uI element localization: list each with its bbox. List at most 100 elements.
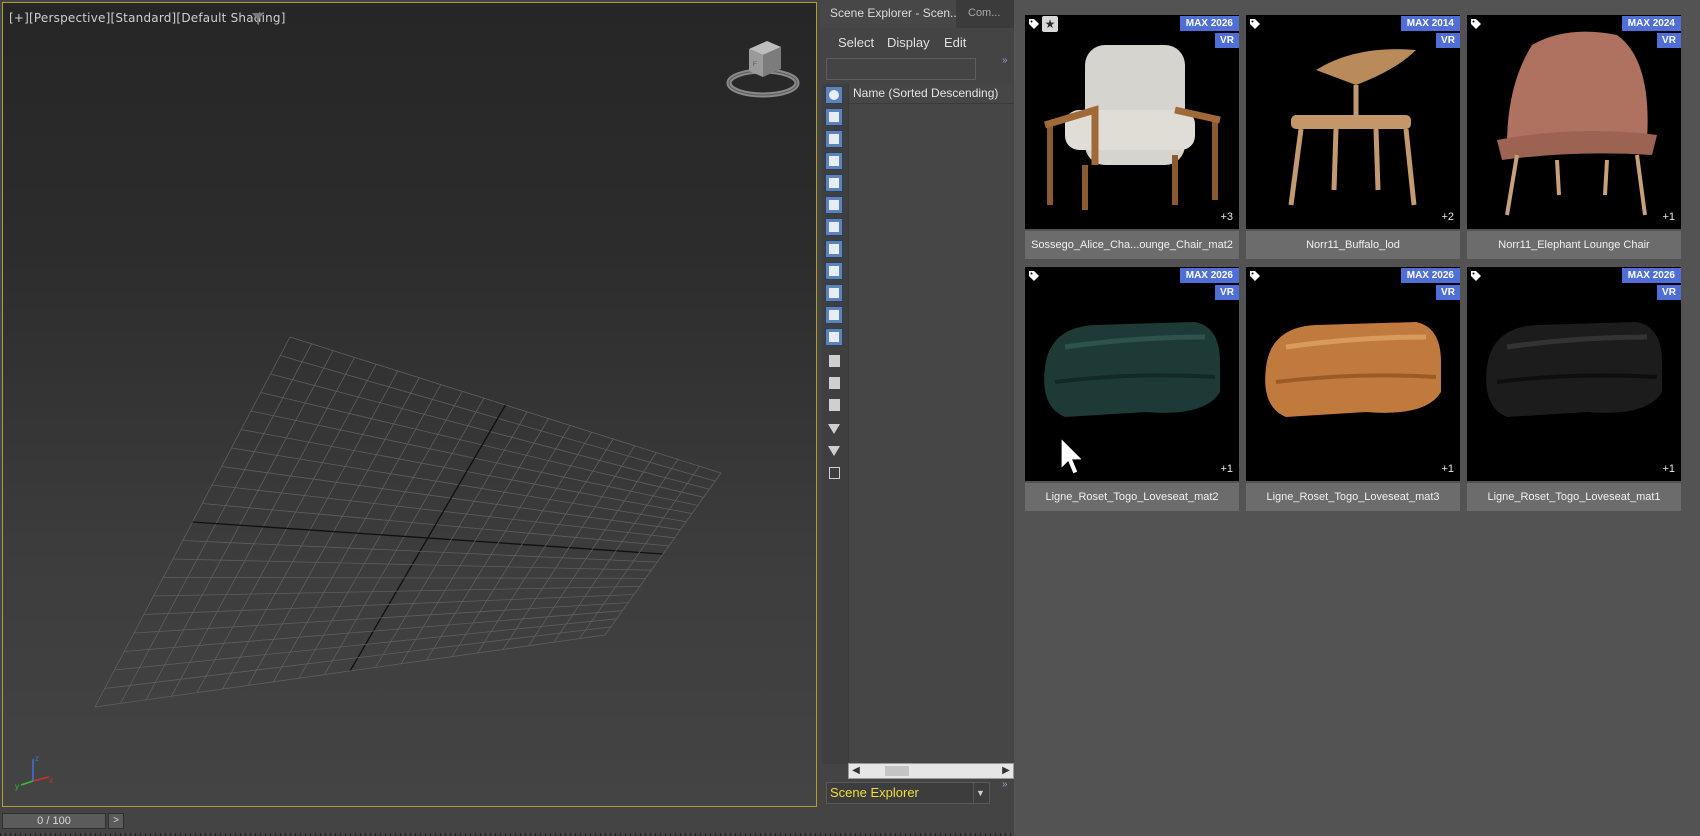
grid-line xyxy=(528,452,657,647)
dropdown-arrow-icon[interactable]: ▼ xyxy=(973,783,987,803)
footer-expand-icon[interactable]: » xyxy=(1002,779,1008,790)
asset-name: Norr11_Elephant Lounge Chair xyxy=(1467,231,1681,259)
explorer-menu-bar: Select Display Edit xyxy=(820,32,1014,54)
expand-toolbar-icon[interactable]: » xyxy=(1002,55,1008,66)
invert-display-icon[interactable] xyxy=(825,396,843,414)
variant-count: +1 xyxy=(1441,463,1454,475)
asset-browser: ★ MAX 2026 VR +3 Sossego_Alice_Cha...ounge_C… xyxy=(1014,0,1700,836)
explorer-horizontal-scrollbar[interactable]: ◀ ▶ xyxy=(848,763,1014,779)
scroll-thumb[interactable] xyxy=(885,766,909,776)
spacewarps-filter-icon[interactable] xyxy=(825,196,843,214)
home-grid xyxy=(94,336,722,708)
tab-command-panel[interactable]: Com... xyxy=(956,0,1014,28)
max-version-badge: MAX 2026 xyxy=(1179,16,1239,31)
explorer-filter-toolbar xyxy=(822,84,848,764)
favorite-star-icon[interactable]: ★ xyxy=(1042,16,1058,32)
xrefs-filter-icon[interactable] xyxy=(825,240,843,258)
max-version-badge: MAX 2026 xyxy=(1400,268,1460,283)
layer-icon[interactable] xyxy=(825,464,843,482)
containers-filter-icon[interactable] xyxy=(825,284,843,302)
time-next-button[interactable]: > xyxy=(108,813,124,829)
asset-card[interactable]: MAX 2014 VR +2 Norr11_Buffalo_lod xyxy=(1246,15,1460,259)
tag-icon[interactable] xyxy=(1028,270,1040,282)
helpers-filter-icon[interactable] xyxy=(825,174,843,192)
explorer-tab-bar: Scene Explorer - Scen... Com... xyxy=(820,0,1014,28)
filter-icon[interactable] xyxy=(825,420,843,438)
max-version-badge: MAX 2024 xyxy=(1621,16,1681,31)
asset-preview-image xyxy=(1043,45,1221,210)
display-none-icon[interactable] xyxy=(825,374,843,392)
filter-settings-icon[interactable] xyxy=(825,442,843,460)
geometry-filter-icon[interactable] xyxy=(825,86,843,104)
asset-card[interactable]: MAX 2026 VR +1 Ligne_Roset_Togo_Loveseat_ma… xyxy=(1025,267,1239,511)
asset-thumbnail[interactable]: MAX 2026 VR +1 xyxy=(1467,267,1681,481)
asset-name: Ligne_Roset_Togo_Loveseat_mat1 xyxy=(1467,483,1681,511)
grid-line xyxy=(604,472,722,636)
asset-card[interactable]: MAX 2026 VR +1 Ligne_Roset_Togo_Loveseat_ma… xyxy=(1467,267,1681,511)
perspective-viewport[interactable]: [+][Perspective][Standard][Default Shadi… xyxy=(2,2,817,807)
max-version-badge: MAX 2014 xyxy=(1400,16,1460,31)
svg-text:F: F xyxy=(753,62,757,68)
asset-preview-image xyxy=(1265,322,1441,417)
menu-select[interactable]: Select xyxy=(838,35,874,50)
explorer-footer: Scene Explorer ▼ » xyxy=(826,779,1008,804)
asset-thumbnail[interactable]: MAX 2026 VR +1 xyxy=(1246,267,1460,481)
explorer-search-input[interactable] xyxy=(826,58,976,80)
grid-line xyxy=(579,465,700,639)
svg-text:x: x xyxy=(49,776,53,785)
svg-text:z: z xyxy=(35,754,39,763)
scroll-left-icon[interactable]: ◀ xyxy=(849,764,863,778)
viewport-filter-icon[interactable] xyxy=(251,12,265,26)
cameras-filter-icon[interactable] xyxy=(825,152,843,170)
scroll-right-icon[interactable]: ▶ xyxy=(999,764,1013,778)
renderer-badge: VR xyxy=(1657,33,1681,48)
asset-thumbnail[interactable]: MAX 2014 VR +2 xyxy=(1246,15,1460,229)
asset-thumbnail[interactable]: ★ MAX 2026 VR +3 xyxy=(1025,15,1239,229)
variant-count: +2 xyxy=(1441,211,1454,223)
tag-icon[interactable] xyxy=(1470,270,1482,282)
tag-icon[interactable] xyxy=(1028,18,1040,30)
renderer-badge: VR xyxy=(1215,285,1239,300)
mouse-cursor-icon xyxy=(1060,437,1084,475)
viewport-label-menu[interactable]: [+][Perspective][Standard][Default Shadi… xyxy=(9,11,286,25)
frozen-filter-icon[interactable] xyxy=(825,306,843,324)
explorer-selector-dropdown[interactable]: Scene Explorer ▼ xyxy=(826,782,990,804)
menu-display[interactable]: Display xyxy=(887,35,930,50)
asset-preview-image xyxy=(1288,49,1417,206)
svg-text:y: y xyxy=(15,782,19,791)
shapes-filter-icon[interactable] xyxy=(825,108,843,126)
grid-line xyxy=(553,459,679,643)
time-slider[interactable]: 0 / 100 xyxy=(2,813,106,829)
name-column-header[interactable]: Name (Sorted Descending) xyxy=(849,84,1015,104)
asset-card[interactable]: MAX 2024 VR +1 Norr11_Elephant Lounge Chair xyxy=(1467,15,1681,259)
app-window: [+][Perspective][Standard][Default Shadi… xyxy=(0,0,1700,836)
asset-thumbnail[interactable]: MAX 2026 VR +1 xyxy=(1025,267,1239,481)
scene-explorer-panel: Scene Explorer - Scen... Com... Select D… xyxy=(820,0,1015,810)
grid-line xyxy=(104,626,611,689)
asset-preview-image xyxy=(1486,322,1662,417)
renderer-badge: VR xyxy=(1436,33,1460,48)
asset-thumbnail[interactable]: MAX 2024 VR +1 xyxy=(1467,15,1681,229)
hidden-filter-icon[interactable] xyxy=(825,328,843,346)
grid-line xyxy=(114,618,617,671)
asset-name: Norr11_Buffalo_lod xyxy=(1246,231,1460,259)
menu-edit[interactable]: Edit xyxy=(944,35,966,50)
lights-filter-icon[interactable] xyxy=(825,130,843,148)
tag-icon[interactable] xyxy=(1249,18,1261,30)
asset-name: Ligne_Roset_Togo_Loveseat_mat2 xyxy=(1025,483,1239,511)
tag-icon[interactable] xyxy=(1249,270,1261,282)
variant-count: +1 xyxy=(1662,463,1675,475)
bones-filter-icon[interactable] xyxy=(825,262,843,280)
asset-card[interactable]: ★ MAX 2026 VR +3 Sossego_Alice_Cha...ounge_C… xyxy=(1025,15,1239,259)
axis-gizmo: z x y xyxy=(15,754,53,791)
asset-preview-image xyxy=(1497,31,1657,216)
viewcube[interactable]: F xyxy=(723,33,803,103)
groups-filter-icon[interactable] xyxy=(825,218,843,236)
display-all-icon[interactable] xyxy=(825,352,843,370)
tab-scene-explorer[interactable]: Scene Explorer - Scen... xyxy=(820,0,956,28)
tag-icon[interactable] xyxy=(1470,18,1482,30)
renderer-badge: VR xyxy=(1436,285,1460,300)
asset-card[interactable]: MAX 2026 VR +1 Ligne_Roset_Togo_Loveseat_ma… xyxy=(1246,267,1460,511)
renderer-badge: VR xyxy=(1215,33,1239,48)
explorer-object-list[interactable]: Name (Sorted Descending) xyxy=(848,84,1015,764)
